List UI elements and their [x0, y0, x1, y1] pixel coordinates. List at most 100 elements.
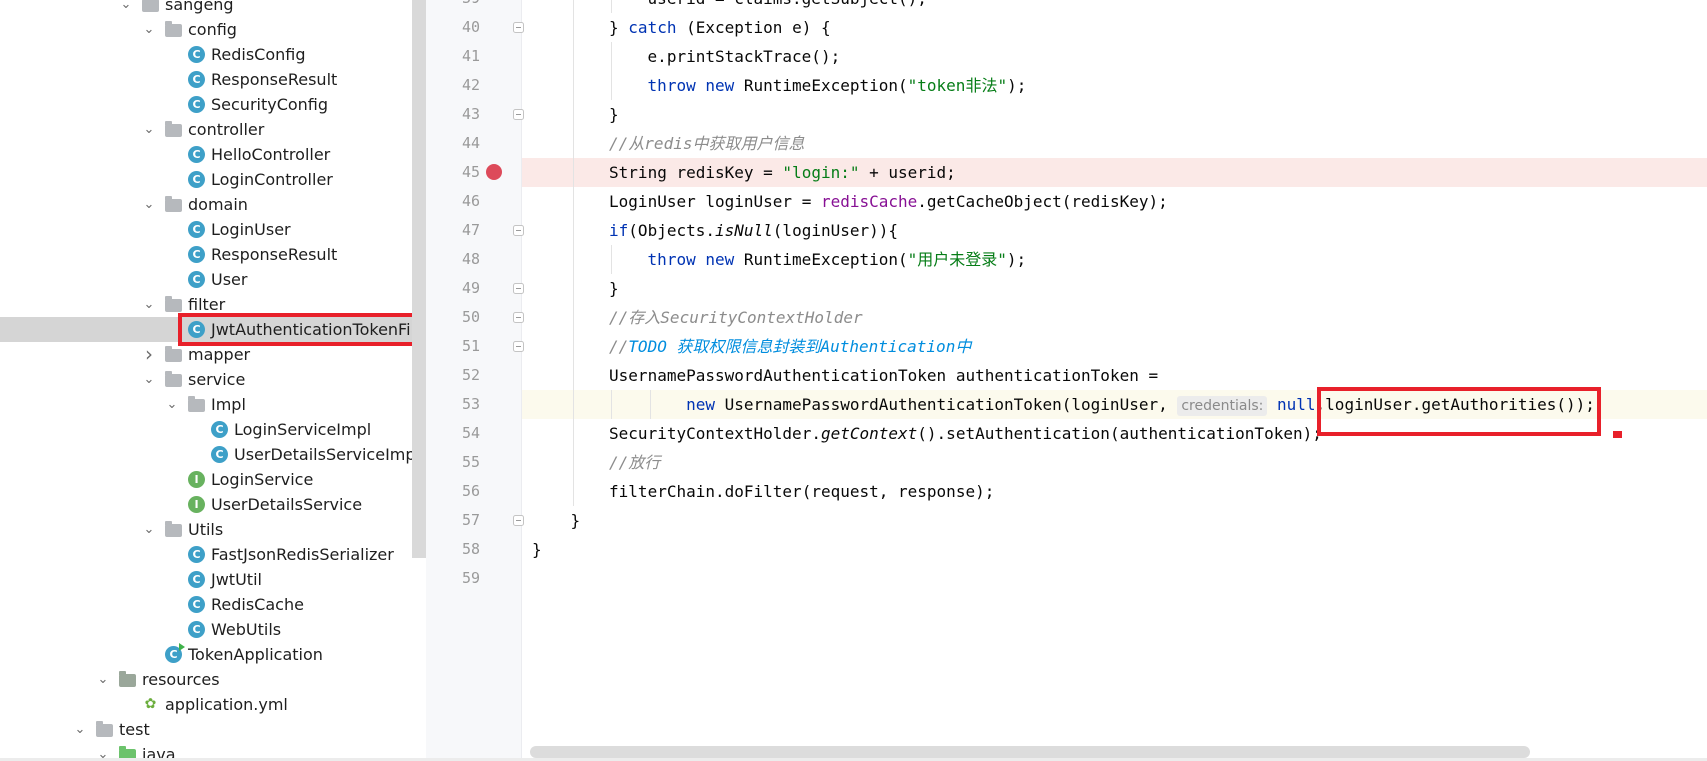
tree-folder-sangeng[interactable]: ⌄ sangeng	[0, 0, 412, 17]
code-line[interactable]: //放行	[522, 448, 1707, 477]
tree-file-fastjsonredisserializer[interactable]: C FastJsonRedisSerializer	[0, 542, 412, 567]
tree-file-tokenapplication[interactable]: C TokenApplication	[0, 642, 412, 667]
code-token: TODO 获取权限信息封装到Authentication中	[628, 337, 972, 356]
chevron-down-icon[interactable]: ⌄	[118, 0, 134, 17]
breakpoint-icon[interactable]	[486, 164, 502, 180]
code-line[interactable]: String redisKey = "login:" + userid;	[522, 158, 1707, 187]
tree-file-loginservice[interactable]: I LoginService	[0, 467, 412, 492]
tree-item-label: UserDetailsService	[211, 495, 363, 514]
tree-folder-mapper[interactable]: › mapper	[0, 342, 412, 367]
chevron-down-icon[interactable]: ⌄	[95, 667, 111, 692]
code-editor[interactable]: userid = claims.getSubject();} catch (Ex…	[522, 0, 1707, 761]
tree-file-user[interactable]: C User	[0, 267, 412, 292]
tree-file-logincontroller[interactable]: C LoginController	[0, 167, 412, 192]
code-token: SecurityContextHolder.	[609, 424, 821, 443]
chevron-down-icon[interactable]: ⌄	[164, 392, 180, 417]
indent-guide	[572, 100, 574, 129]
chevron-down-icon[interactable]: ⌄	[141, 292, 157, 317]
chevron-down-icon[interactable]: ⌄	[141, 117, 157, 142]
tree-item-label: application.yml	[165, 695, 288, 714]
indent-guide	[572, 187, 574, 216]
line-number: 45	[461, 163, 480, 181]
code-line[interactable]: userid = claims.getSubject();	[522, 0, 1707, 13]
code-line[interactable]: }	[522, 535, 1707, 564]
tree-folder-test[interactable]: ⌄ test	[0, 717, 412, 742]
resources-folder-icon	[119, 671, 136, 687]
fold-marker-icon[interactable]	[513, 341, 524, 352]
project-tree-scrollbar[interactable]	[412, 0, 426, 558]
code-line[interactable]	[522, 564, 1707, 593]
indent-guide	[611, 0, 613, 13]
chevron-down-icon[interactable]: ⌄	[141, 517, 157, 542]
code-line[interactable]: //存入SecurityContextHolder	[522, 303, 1707, 332]
code-line[interactable]: //TODO 获取权限信息封装到Authentication中	[522, 332, 1707, 361]
tree-folder-controller[interactable]: ⌄ controller	[0, 117, 412, 142]
tree-file-application.yml[interactable]: ✿ application.yml	[0, 692, 412, 717]
chevron-down-icon[interactable]: ⌄	[72, 717, 88, 742]
tree-file-hellocontroller[interactable]: C HelloController	[0, 142, 412, 167]
code-line[interactable]: }	[522, 100, 1707, 129]
fold-marker-icon[interactable]	[513, 312, 524, 323]
line-number: 40	[461, 18, 480, 36]
tree-folder-config[interactable]: ⌄ config	[0, 17, 412, 42]
code-token: (Exception e) {	[676, 18, 831, 37]
code-line[interactable]: filterChain.doFilter(request, response);	[522, 477, 1707, 506]
chevron-down-icon[interactable]: ⌄	[141, 192, 157, 217]
code-line[interactable]: LoginUser loginUser = redisCache.getCach…	[522, 187, 1707, 216]
fold-marker-icon[interactable]	[513, 22, 524, 33]
code-token: }	[532, 540, 542, 559]
code-line[interactable]: }	[522, 274, 1707, 303]
error-stripe-marker[interactable]	[1613, 431, 1622, 438]
tree-folder-resources[interactable]: ⌄ resources	[0, 667, 412, 692]
tree-file-loginserviceimpl[interactable]: C LoginServiceImpl	[0, 417, 412, 442]
tree-file-webutils[interactable]: C WebUtils	[0, 617, 412, 642]
tree-file-rediscache[interactable]: C RedisCache	[0, 592, 412, 617]
indent-guide	[572, 448, 574, 477]
tree-file-responseresult[interactable]: C ResponseResult	[0, 67, 412, 92]
indent-guide	[649, 390, 651, 419]
tree-file-securityconfig[interactable]: C SecurityConfig	[0, 92, 412, 117]
code-line[interactable]: //从redis中获取用户信息	[522, 129, 1707, 158]
tree-item-label: RedisCache	[211, 595, 304, 614]
code-token: }	[609, 105, 619, 124]
folder-icon	[165, 371, 182, 387]
fold-marker-icon[interactable]	[513, 515, 524, 526]
tree-folder-utils[interactable]: ⌄ Utils	[0, 517, 412, 542]
folder-icon	[188, 396, 205, 412]
annotation-highlight-box	[1317, 387, 1601, 436]
code-line[interactable]: UsernamePasswordAuthenticationToken auth…	[522, 361, 1707, 390]
code-line[interactable]: e.printStackTrace();	[522, 42, 1707, 71]
tree-folder-impl[interactable]: ⌄ Impl	[0, 392, 412, 417]
tree-item-label: HelloController	[211, 145, 331, 164]
yaml-file-icon: ✿	[144, 696, 157, 712]
tree-folder-domain[interactable]: ⌄ domain	[0, 192, 412, 217]
code-line[interactable]: } catch (Exception e) {	[522, 13, 1707, 42]
tree-folder-service[interactable]: ⌄ service	[0, 367, 412, 392]
code-token: UsernamePasswordAuthenticationToken(logi…	[714, 395, 1178, 414]
code-line[interactable]: throw new RuntimeException("token非法");	[522, 71, 1707, 100]
editor-gutter[interactable]: 39 40 41 42 43 44 45 46 47 48 49 50 51 52 53 54 55 56 57 58…	[426, 0, 522, 761]
indent-guide	[572, 477, 574, 506]
line-number: 39	[426, 0, 480, 13]
tree-file-userdetailsserviceimpl[interactable]: C UserDetailsServiceImpl	[0, 442, 412, 467]
code-line[interactable]: }	[522, 506, 1707, 535]
tree-file-redisconfig[interactable]: C RedisConfig	[0, 42, 412, 67]
tree-file-userdetailsservice[interactable]: I UserDetailsService	[0, 492, 412, 517]
tree-file-jwtutil[interactable]: C JwtUtil	[0, 567, 412, 592]
fold-marker-icon[interactable]	[513, 225, 524, 236]
chevron-down-icon[interactable]: ⌄	[141, 367, 157, 392]
tree-file-loginuser[interactable]: C LoginUser	[0, 217, 412, 242]
code-line[interactable]: if(Objects.isNull(loginUser)){	[522, 216, 1707, 245]
tree-item-label: LoginController	[211, 170, 333, 189]
code-line[interactable]: throw new RuntimeException("用户未登录");	[522, 245, 1707, 274]
indent-guide	[572, 303, 574, 332]
chevron-down-icon[interactable]: ⌄	[141, 17, 157, 42]
fold-marker-icon[interactable]	[513, 283, 524, 294]
editor-horizontal-scrollbar[interactable]	[530, 746, 1530, 758]
code-token: e.printStackTrace();	[647, 47, 841, 66]
chevron-right-icon[interactable]: ›	[141, 342, 157, 367]
tree-file-responseresult[interactable]: C ResponseResult	[0, 242, 412, 267]
tree-item-label: controller	[188, 120, 265, 139]
fold-marker-icon[interactable]	[513, 109, 524, 120]
code-token: (Objects.	[628, 221, 715, 240]
